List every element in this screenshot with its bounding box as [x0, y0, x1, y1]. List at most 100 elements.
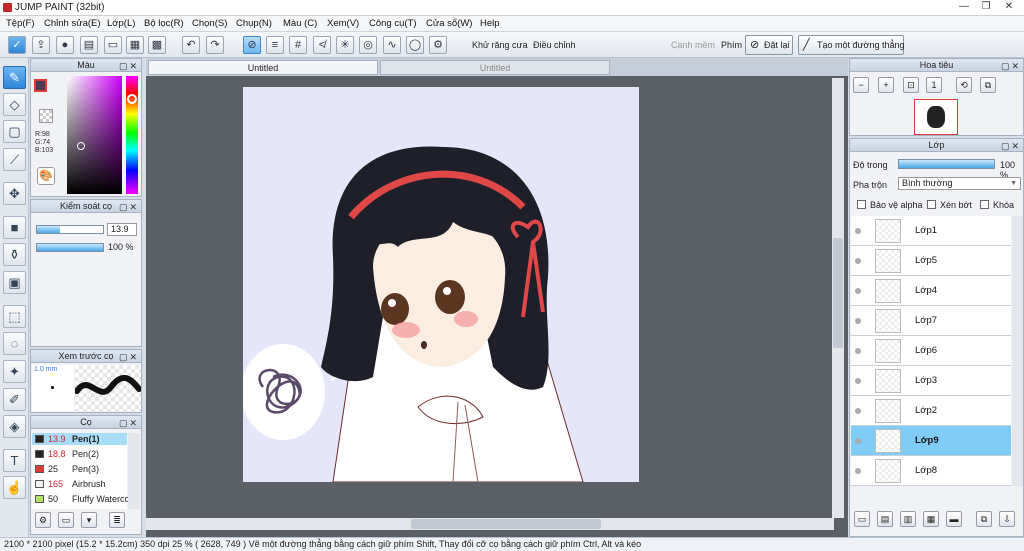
visibility-icon[interactable] [855, 408, 861, 414]
brush-size-slider[interactable] [36, 225, 104, 234]
menu-capture[interactable]: Chụp(N) [236, 18, 272, 29]
speech-bubble-icon[interactable]: ● [56, 36, 74, 54]
brush-sync-icon[interactable]: ✓ [8, 36, 26, 54]
flip-icon[interactable]: ⧉ [980, 77, 996, 93]
fill-rect-tool-icon[interactable]: ■ [3, 216, 26, 239]
select-pen-tool-icon[interactable]: ✐ [3, 388, 26, 411]
tab-untitled[interactable]: Untitled [380, 60, 610, 75]
actual-size-icon[interactable]: 1 [926, 77, 942, 93]
perspective-ruler-icon[interactable]: ≮ [313, 36, 331, 54]
visibility-icon[interactable] [855, 318, 861, 324]
layer-row[interactable]: Lớp2 [851, 396, 1011, 426]
layer-opacity-slider[interactable] [898, 159, 995, 169]
tab-untitled-active[interactable]: Untitled [148, 60, 378, 75]
picker-handle[interactable] [77, 142, 85, 150]
page-icon[interactable]: ▭ [104, 36, 122, 54]
visibility-icon[interactable] [855, 378, 861, 384]
brush-item-pen3[interactable]: 25 Pen(3) [32, 463, 127, 475]
smudge-tool-icon[interactable]: ⟋ [3, 148, 26, 171]
vertical-scroll-thumb[interactable] [833, 238, 843, 348]
symmetry-ruler-icon[interactable]: ⚙ [429, 36, 447, 54]
maximize-button[interactable]: ❐ [975, 0, 997, 14]
bucket-tool-icon[interactable]: ⚱ [3, 243, 26, 266]
rotate-icon[interactable]: ⟲ [956, 77, 972, 93]
new-text-layer-icon[interactable]: ▥ [900, 511, 916, 527]
layer-row[interactable]: Lớp4 [851, 276, 1011, 306]
concentric-ruler-icon[interactable]: ◎ [359, 36, 377, 54]
ellipse-ruler-icon[interactable]: ◯ [406, 36, 424, 54]
menu-edit[interactable]: Chỉnh sửa(E) [44, 18, 101, 29]
panel-controls-icon[interactable]: ▢✕ [119, 60, 139, 73]
brush-opacity-slider[interactable] [36, 243, 104, 252]
visibility-icon[interactable] [855, 288, 861, 294]
brush-options-icon[interactable]: ▾ [81, 512, 97, 528]
hue-handle[interactable] [127, 94, 137, 104]
duplicate-layer-icon[interactable]: ⧉ [976, 511, 992, 527]
eraser-tool-icon[interactable]: ◇ [3, 93, 26, 116]
export-icon[interactable]: ⇪ [32, 36, 50, 54]
vertical-scrollbar[interactable] [832, 78, 844, 518]
navigator-thumbnail[interactable] [914, 99, 958, 135]
brush-list-icon[interactable]: ≣ [109, 512, 125, 528]
palette-icon[interactable]: 🎨 [37, 167, 55, 185]
layer-row[interactable]: Lớp5 [851, 246, 1011, 276]
layer-row-selected[interactable]: Lớp9 [851, 426, 1011, 456]
document-icon[interactable]: ▦ [126, 36, 144, 54]
brush-item-airbrush[interactable]: 165 Airbrush [32, 478, 127, 490]
menu-select[interactable]: Chọn(S) [192, 18, 227, 29]
visibility-icon[interactable] [855, 468, 861, 474]
redo-icon[interactable]: ↷ [206, 36, 224, 54]
menu-layer[interactable]: Lớp(L) [107, 18, 135, 29]
fit-view-icon[interactable]: ⊡ [903, 77, 919, 93]
zoom-out-icon[interactable]: − [853, 77, 869, 93]
menu-tools[interactable]: Công cụ(T) [369, 18, 417, 29]
layer-list-scrollbar[interactable] [1012, 216, 1023, 486]
drawing-canvas[interactable] [243, 87, 639, 482]
curve-ruler-icon[interactable]: ∿ [383, 36, 401, 54]
select-eraser-tool-icon[interactable]: ◈ [3, 415, 26, 438]
close-button[interactable]: ✕ [998, 0, 1020, 14]
reset-button[interactable]: ⊘ Đặt lại [745, 35, 793, 55]
panel-controls-icon[interactable]: ▢✕ [1001, 60, 1021, 73]
undo-icon[interactable]: ↶ [182, 36, 200, 54]
gradient-tool-icon[interactable]: ▣ [3, 271, 26, 294]
foreground-color-swatch[interactable] [34, 79, 47, 92]
rect-select-tool-icon[interactable]: ▢ [3, 120, 26, 143]
clip-checkbox[interactable] [927, 200, 936, 209]
layer-row[interactable]: Lớp6 [851, 336, 1011, 366]
panel-controls-icon[interactable]: ▢✕ [119, 351, 139, 364]
horizontal-scrollbar[interactable] [146, 518, 834, 530]
visibility-icon[interactable] [855, 348, 861, 354]
horizontal-scroll-thumb[interactable] [411, 519, 601, 529]
new-layer-icon[interactable]: ▭ [854, 511, 870, 527]
text-tool-icon[interactable]: T [3, 449, 26, 472]
new-brush-icon[interactable]: ▭ [58, 512, 74, 528]
lasso-tool-icon[interactable]: ◌ [3, 332, 26, 355]
saturation-value-picker[interactable] [67, 76, 122, 194]
lock-checkbox[interactable] [980, 200, 989, 209]
brush-item-watercolor[interactable]: 50 Fluffy Watercol [32, 493, 132, 505]
hue-slider[interactable] [126, 76, 138, 194]
move-tool-icon[interactable]: ✥ [3, 182, 26, 205]
brush-list-scrollbar[interactable] [128, 433, 140, 509]
layer-row[interactable]: Lớp8 [851, 456, 1011, 486]
menu-filter[interactable]: Bộ lọc(R) [144, 18, 184, 29]
grid-toggle-icon[interactable]: ▩ [148, 36, 166, 54]
blend-mode-select[interactable]: Bình thường ▼ [898, 177, 1021, 190]
operation-tool-icon[interactable]: ☝ [3, 476, 26, 499]
menu-view[interactable]: Xem(V) [327, 18, 359, 29]
menu-file[interactable]: Tệp(F) [6, 18, 35, 29]
magic-wand-tool-icon[interactable]: ✦ [3, 360, 26, 383]
transparent-color-swatch[interactable] [39, 109, 53, 123]
minimize-button[interactable]: — [953, 0, 975, 14]
visibility-icon[interactable] [855, 228, 861, 234]
ruler-off-icon[interactable]: ⊘ [243, 36, 261, 54]
layer-row[interactable]: Lớp3 [851, 366, 1011, 396]
visibility-icon[interactable] [855, 258, 861, 264]
brush-item-pen1[interactable]: 13.9 Pen(1) [32, 433, 127, 445]
new-8bit-layer-icon[interactable]: ▦ [923, 511, 939, 527]
panel-controls-icon[interactable]: ▢✕ [119, 417, 139, 430]
zoom-in-icon[interactable]: + [878, 77, 894, 93]
brush-item-pen2[interactable]: 18.8 Pen(2) [32, 448, 127, 460]
grid-ruler-icon[interactable]: # [289, 36, 307, 54]
